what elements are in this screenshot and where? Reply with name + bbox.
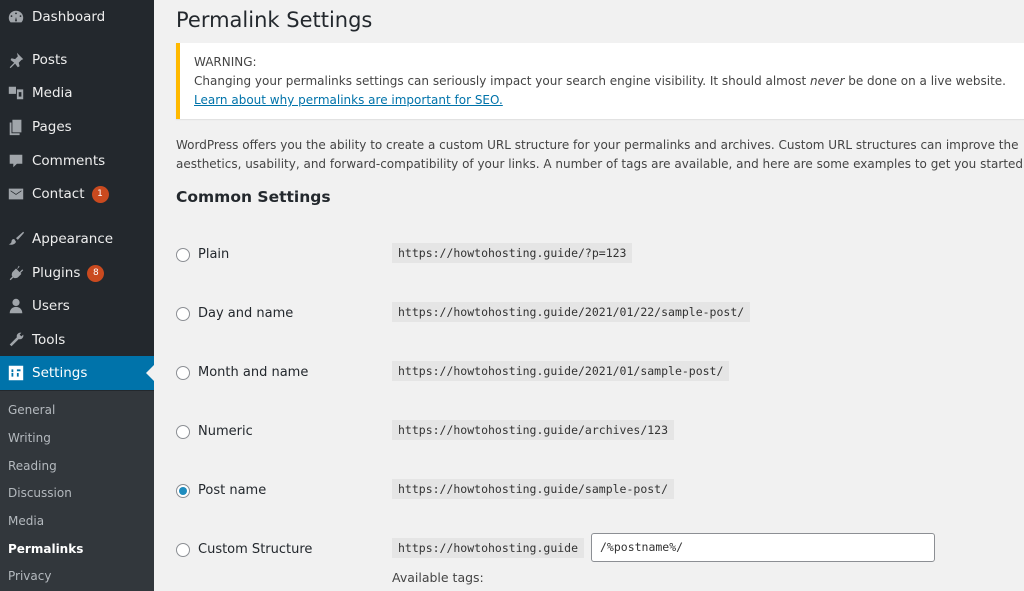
- sidebar-item-plugins[interactable]: Plugins 8: [0, 256, 154, 290]
- user-icon: [6, 296, 26, 316]
- option-post-name[interactable]: Post name: [176, 483, 266, 498]
- intro-text: WordPress offers you the ability to crea…: [176, 138, 1024, 171]
- notice-title: WARNING:: [194, 55, 257, 69]
- sidebar-item-label: Comments: [32, 153, 106, 169]
- available-tags-label: Available tags:: [392, 570, 484, 585]
- paintbrush-icon: [6, 229, 26, 249]
- section-title: Common Settings: [176, 188, 331, 206]
- url-example: https://howtohosting.guide/2021/01/22/sa…: [392, 302, 751, 322]
- seo-learn-more-link[interactable]: Learn about why permalinks are important…: [194, 93, 503, 107]
- submenu-item-writing[interactable]: Writing: [8, 431, 51, 445]
- url-example: https://howtohosting.guide/archives/123: [392, 420, 675, 440]
- sidebar-item-label: Appearance: [32, 231, 114, 247]
- option-label: Custom Structure: [198, 542, 313, 557]
- url-example: https://howtohosting.guide/sample-post/: [392, 479, 675, 499]
- sidebar-item-label: Contact: [32, 186, 85, 202]
- url-example: https://howtohosting.guide/?p=123: [392, 243, 633, 263]
- sidebar-item-posts[interactable]: Posts: [0, 43, 154, 77]
- option-month-and-name[interactable]: Month and name: [176, 365, 308, 380]
- settings-submenu: General Writing Reading Discussion Media…: [0, 391, 154, 591]
- radio-numeric[interactable]: [176, 424, 190, 439]
- envelope-icon: [6, 184, 26, 204]
- option-label: Post name: [198, 483, 267, 498]
- sidebar-item-media[interactable]: Media: [0, 76, 154, 110]
- pages-icon: [6, 117, 26, 137]
- custom-structure-input[interactable]: /%postname%/: [591, 533, 935, 562]
- admin-sidebar: Dashboard Posts Media Pages Comments Con…: [0, 0, 154, 591]
- notice-emphasis: never: [809, 74, 845, 88]
- sidebar-item-label: Pages: [32, 119, 72, 135]
- notice-text-part: Changing your permalinks settings can se…: [194, 74, 810, 88]
- sidebar-item-settings[interactable]: Settings: [0, 356, 154, 390]
- submenu-item-privacy[interactable]: Privacy: [8, 569, 51, 583]
- sidebar-item-contact[interactable]: Contact 1: [0, 177, 154, 211]
- url-prefix: https://howtohosting.guide: [392, 538, 585, 558]
- submenu-item-media[interactable]: Media: [8, 514, 44, 528]
- notice-text-part: be done on a live website.: [844, 74, 1006, 88]
- comment-icon: [6, 151, 26, 171]
- sidebar-item-users[interactable]: Users: [0, 289, 154, 323]
- sidebar-item-label: Dashboard: [32, 9, 106, 25]
- pin-icon: [6, 50, 26, 70]
- option-day-and-name[interactable]: Day and name: [176, 306, 293, 321]
- dashboard-icon: [6, 7, 26, 27]
- option-label: Month and name: [198, 365, 309, 380]
- media-icon: [6, 83, 26, 103]
- notification-badge: 8: [87, 264, 105, 282]
- sidebar-item-label: Media: [32, 85, 73, 101]
- sidebar-item-label: Users: [32, 298, 70, 314]
- notification-badge: 1: [91, 185, 109, 203]
- plug-icon: [6, 263, 26, 283]
- sidebar-item-label: Posts: [32, 52, 68, 68]
- submenu-item-reading[interactable]: Reading: [8, 459, 57, 473]
- sidebar-item-tools[interactable]: Tools: [0, 323, 154, 357]
- sidebar-item-label: Tools: [32, 332, 66, 348]
- warning-notice: WARNING: Changing your permalinks settin…: [176, 43, 1024, 119]
- sidebar-item-comments[interactable]: Comments: [0, 144, 154, 178]
- submenu-item-general[interactable]: General: [8, 403, 55, 417]
- settings-icon: [6, 363, 26, 383]
- active-indicator: [146, 365, 154, 381]
- submenu-item-permalinks[interactable]: Permalinks: [8, 542, 83, 556]
- sidebar-item-appearance[interactable]: Appearance: [0, 222, 154, 256]
- url-example: https://howtohosting.guide/2021/01/sampl…: [392, 361, 730, 381]
- submenu-item-discussion[interactable]: Discussion: [8, 486, 72, 500]
- radio-plain[interactable]: [176, 247, 190, 262]
- option-numeric[interactable]: Numeric: [176, 424, 253, 439]
- wrench-icon: [6, 330, 26, 350]
- option-label: Day and name: [198, 306, 294, 321]
- radio-month-and-name[interactable]: [176, 365, 190, 380]
- notice-text: Changing your permalinks settings can se…: [194, 74, 1006, 88]
- sidebar-item-label: Settings: [32, 365, 88, 381]
- page-title: Permalink Settings: [176, 8, 373, 32]
- option-label: Numeric: [198, 424, 253, 439]
- sidebar-item-dashboard[interactable]: Dashboard: [0, 0, 154, 34]
- option-custom-structure[interactable]: Custom Structure: [176, 542, 312, 557]
- sidebar-item-label: Plugins: [32, 265, 81, 281]
- option-plain[interactable]: Plain: [176, 247, 229, 262]
- sidebar-item-pages[interactable]: Pages: [0, 110, 154, 144]
- radio-post-name[interactable]: [176, 483, 190, 498]
- radio-custom-structure[interactable]: [176, 542, 190, 557]
- radio-day-and-name[interactable]: [176, 306, 190, 321]
- option-label: Plain: [198, 247, 230, 262]
